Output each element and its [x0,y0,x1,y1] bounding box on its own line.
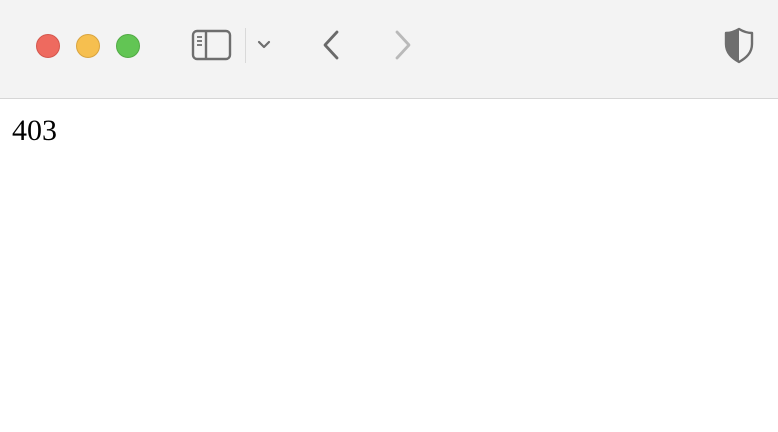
browser-window: 403 [0,0,778,432]
privacy-report-button[interactable] [722,26,756,64]
back-button[interactable] [318,28,346,62]
toolbar [0,0,778,99]
close-window-button[interactable] [36,34,60,58]
shield-icon [724,27,754,64]
sidebar-toggle-button[interactable] [191,28,233,62]
toolbar-divider [245,28,246,63]
chevron-left-icon [323,30,339,60]
sidebar-icon [191,29,232,61]
tab-group-menu-button[interactable] [254,35,274,55]
chevron-right-icon [395,30,411,60]
chevron-down-icon [257,40,271,49]
page-body-text: 403 [12,114,57,147]
minimize-window-button[interactable] [76,34,100,58]
forward-button[interactable] [388,28,416,62]
zoom-window-button[interactable] [116,34,140,58]
page-content: 403 [0,99,778,432]
